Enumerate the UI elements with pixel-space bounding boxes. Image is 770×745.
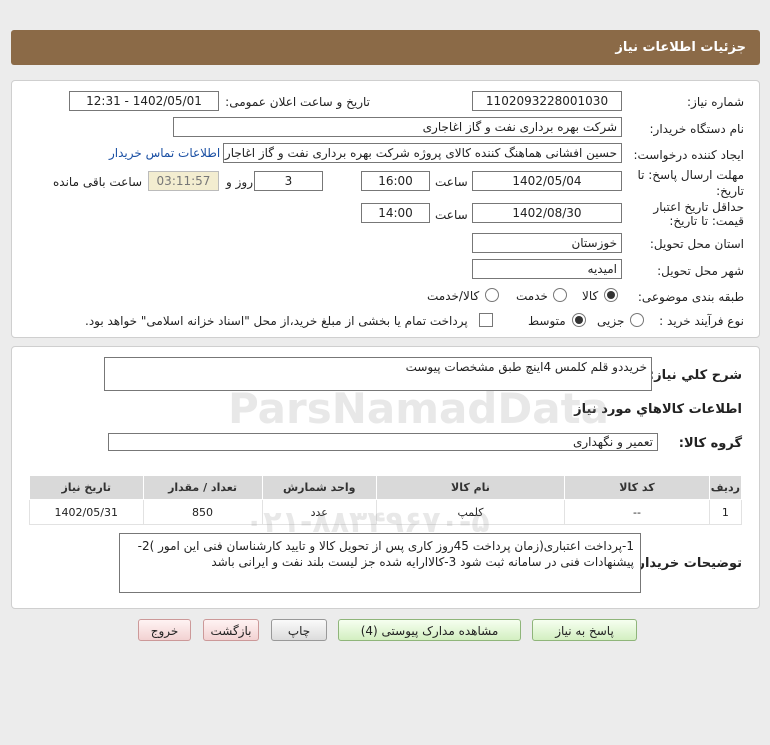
buyer-org-field: شرکت بهره برداری نفت و گاز اغاجاری	[173, 117, 622, 137]
notes-field: 1-پرداخت اعتباری(زمان پرداخت 45روز کاری …	[119, 533, 641, 593]
validity-time-label: ساعت	[435, 208, 468, 222]
city-label: شهر محل تحویل:	[657, 264, 744, 278]
need-number-field: 1102093228001030	[472, 91, 622, 111]
page-title: جزئیات اطلاعات نیاز	[615, 40, 746, 55]
province-field: خوزستان	[472, 233, 622, 253]
exit-button[interactable]: خروج	[138, 619, 191, 641]
category-goods-radio[interactable]	[604, 288, 618, 302]
goods-info-title: اطلاعات کالاهاي مورد نياز	[574, 402, 742, 417]
cell-row: 1	[708, 499, 743, 525]
goods-group-label: گروه کالا:	[678, 436, 742, 451]
cell-code: --	[564, 499, 710, 525]
deadline-time-field: 16:00	[361, 171, 430, 191]
category-label: طبقه بندی موضوعی:	[637, 290, 744, 304]
validity-time-field: 14:00	[361, 203, 430, 223]
creator-field: حسین افشانی هماهنگ کننده کالای پروژه شرک…	[223, 143, 622, 163]
announce-field: 1402/05/01 - 12:31	[69, 91, 219, 111]
deadline-label: مهلت ارسال پاسخ: تا	[637, 168, 744, 182]
category-service-radio[interactable]	[553, 288, 567, 302]
cell-name: کلمپ	[375, 499, 566, 525]
remaining-label: ساعت باقی مانده	[53, 175, 143, 189]
back-button[interactable]: بازگشت	[203, 619, 259, 641]
announce-label: تاریخ و ساعت اعلان عمومی:	[225, 95, 370, 109]
category-service-label: خدمت	[516, 289, 548, 303]
category-goods-label: کالا	[582, 289, 599, 303]
process-minor-label: جزیی	[597, 314, 625, 328]
table-row: 1 -- کلمپ عدد 850 1402/05/31	[29, 499, 743, 525]
process-label: نوع فرآیند خرید :	[659, 314, 744, 328]
print-button[interactable]: چاپ	[271, 619, 327, 641]
table-header-row: ردیف کد کالا نام کالا واحد شمارش تعداد /…	[29, 475, 743, 500]
cell-date: 1402/05/31	[29, 499, 144, 525]
cell-qty: 850	[142, 499, 263, 525]
cell-unit: عدد	[261, 499, 377, 525]
view-documents-button[interactable]: مشاهده مدارک پیوستی (4)	[338, 619, 521, 641]
deadline-label-2: تاریخ:	[716, 184, 744, 198]
process-medium-radio[interactable]	[572, 313, 586, 327]
col-row: ردیف	[708, 475, 743, 500]
col-date: تاریخ نیاز	[29, 475, 144, 500]
goods-table: ردیف کد کالا نام کالا واحد شمارش تعداد /…	[29, 475, 743, 525]
deadline-date-field: 1402/05/04	[472, 171, 622, 191]
validity-date-field: 1402/08/30	[472, 203, 622, 223]
summary-label: شرح کلي نياز:	[648, 368, 742, 383]
treasury-payment-note: پرداخت تمام یا بخشی از مبلغ خرید،از محل …	[85, 314, 468, 328]
province-label: استان محل تحویل:	[649, 237, 744, 251]
category-both-label: کالا/خدمت	[427, 289, 480, 303]
col-name: نام کالا	[375, 475, 566, 500]
summary-field: خریددو قلم کلمس 4اینچ طبق مشخصات پیوست	[104, 357, 652, 391]
city-field: امیدیه	[472, 259, 622, 279]
creator-label: ایجاد کننده درخواست:	[633, 148, 744, 162]
remaining-timer: 03:11:57	[148, 171, 219, 191]
validity-label: حداقل تاریخ اعتبار	[653, 200, 744, 214]
category-both-radio[interactable]	[485, 288, 499, 302]
days-field: 3	[254, 171, 323, 191]
deadline-time-label: ساعت	[435, 175, 468, 189]
buyer-org-label: نام دستگاه خریدار:	[649, 122, 745, 136]
goods-group-field: تعمیر و نگهداری	[108, 433, 658, 451]
col-code: کد کالا	[564, 475, 710, 500]
need-number-label: شماره نیاز:	[687, 95, 744, 109]
contact-info-link[interactable]: اطلاعات تماس خریدار	[109, 146, 220, 160]
notes-label: توضیحات خریدار:	[632, 556, 742, 571]
col-qty: تعداد / مقدار	[142, 475, 263, 500]
page-header: جزئیات اطلاعات نیاز	[11, 30, 760, 65]
process-minor-radio[interactable]	[630, 313, 644, 327]
reply-button[interactable]: پاسخ به نیاز	[532, 619, 637, 641]
process-medium-label: متوسط	[528, 314, 566, 328]
treasury-payment-checkbox[interactable]	[479, 313, 493, 327]
col-unit: واحد شمارش	[261, 475, 377, 500]
validity-label-2: قیمت: تا تاریخ:	[669, 214, 744, 228]
days-label: روز و	[226, 175, 253, 189]
